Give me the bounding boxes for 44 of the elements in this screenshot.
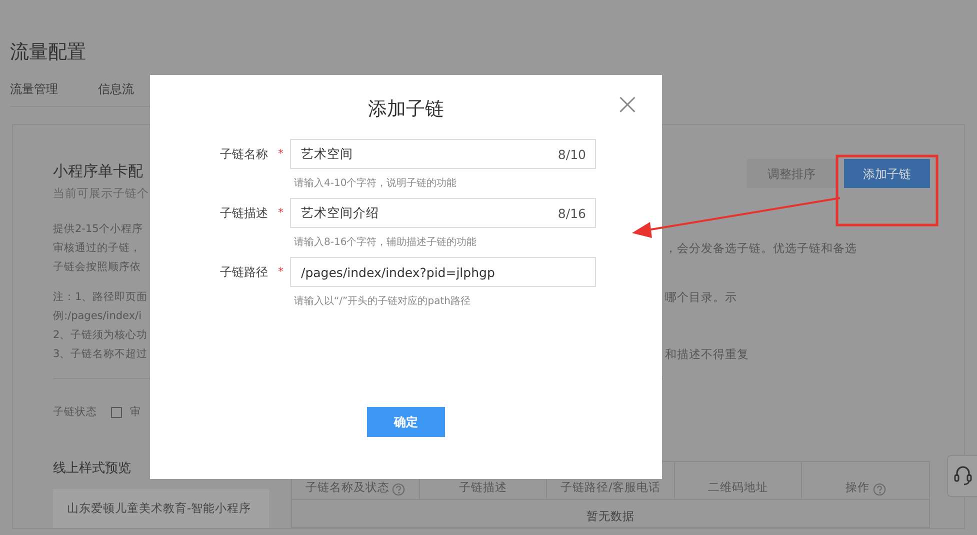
required-mark: * — [278, 204, 284, 221]
tab[interactable]: 信息流 — [98, 80, 134, 98]
description-text: 3、子链名称不超过 — [53, 347, 149, 362]
description-text: 哪个目录。示 — [664, 289, 738, 306]
counter-text: 8/10 — [558, 146, 586, 164]
description-text: ，会分发备选子链。优选子链和备选 — [664, 240, 858, 257]
description-text: 提供2-15个小程序 — [53, 222, 144, 237]
counter-text: 8/16 — [558, 205, 586, 223]
status-label: 子链状态 — [53, 405, 97, 420]
hint-text: 请输入4-10个字符，说明子链的功能 — [293, 176, 458, 191]
hint-text: 请输入以“/”开头的子链对应的path路径 — [293, 294, 472, 309]
modal-title: 添加子链 — [367, 97, 445, 122]
description-text: 审核通过的子链， — [53, 241, 142, 256]
preview-title: 线上样式预览 — [53, 460, 132, 478]
help-icon[interactable] — [392, 483, 406, 496]
field-label: 子链路径 — [220, 264, 268, 281]
section-title: 小程序单卡配 — [53, 161, 144, 182]
add-button[interactable]: 添加子链 — [844, 159, 930, 188]
help-icon[interactable] — [872, 483, 886, 496]
page-title: 流量配置 — [9, 40, 87, 65]
description-text: 和描述不得重复 — [664, 346, 750, 363]
column-header: 操作 — [846, 478, 870, 496]
checkbox[interactable] — [111, 407, 122, 418]
preview-item: 山东爱顿儿童美术教育-智能小程序 — [53, 489, 269, 528]
empty-text: 暂无数据 — [586, 508, 636, 525]
checkbox-label: 审 — [130, 405, 141, 420]
column-header: 子链描述 — [458, 478, 507, 496]
description-text: 注：1、路径即页面 — [53, 290, 149, 305]
description-text: 子链会按照顺序依 — [53, 260, 142, 275]
field-label: 子链描述 — [220, 205, 268, 222]
headset-icon[interactable] — [947, 455, 977, 497]
column-header: 子链路径/客服电话 — [560, 478, 660, 496]
description-text: 2、子链须为核心功 — [53, 328, 149, 343]
hint-text: 请输入8-16个字符，辅助描述子链的功能 — [293, 236, 478, 250]
field-label: 子链名称 — [220, 146, 268, 163]
column-header: 二维码地址 — [708, 478, 768, 496]
tab[interactable]: 流量管理 — [10, 80, 58, 98]
close-button[interactable]: × — [612, 92, 642, 118]
input-field[interactable]: /pages/index/index?pid=jlphgp — [290, 257, 596, 287]
required-mark: * — [278, 146, 284, 162]
description-text: 例:/pages/index/i — [53, 309, 142, 324]
required-mark: * — [278, 264, 284, 280]
column-header: 子链名称及状态 — [305, 478, 390, 496]
confirm-button[interactable]: 确定 — [367, 407, 445, 437]
